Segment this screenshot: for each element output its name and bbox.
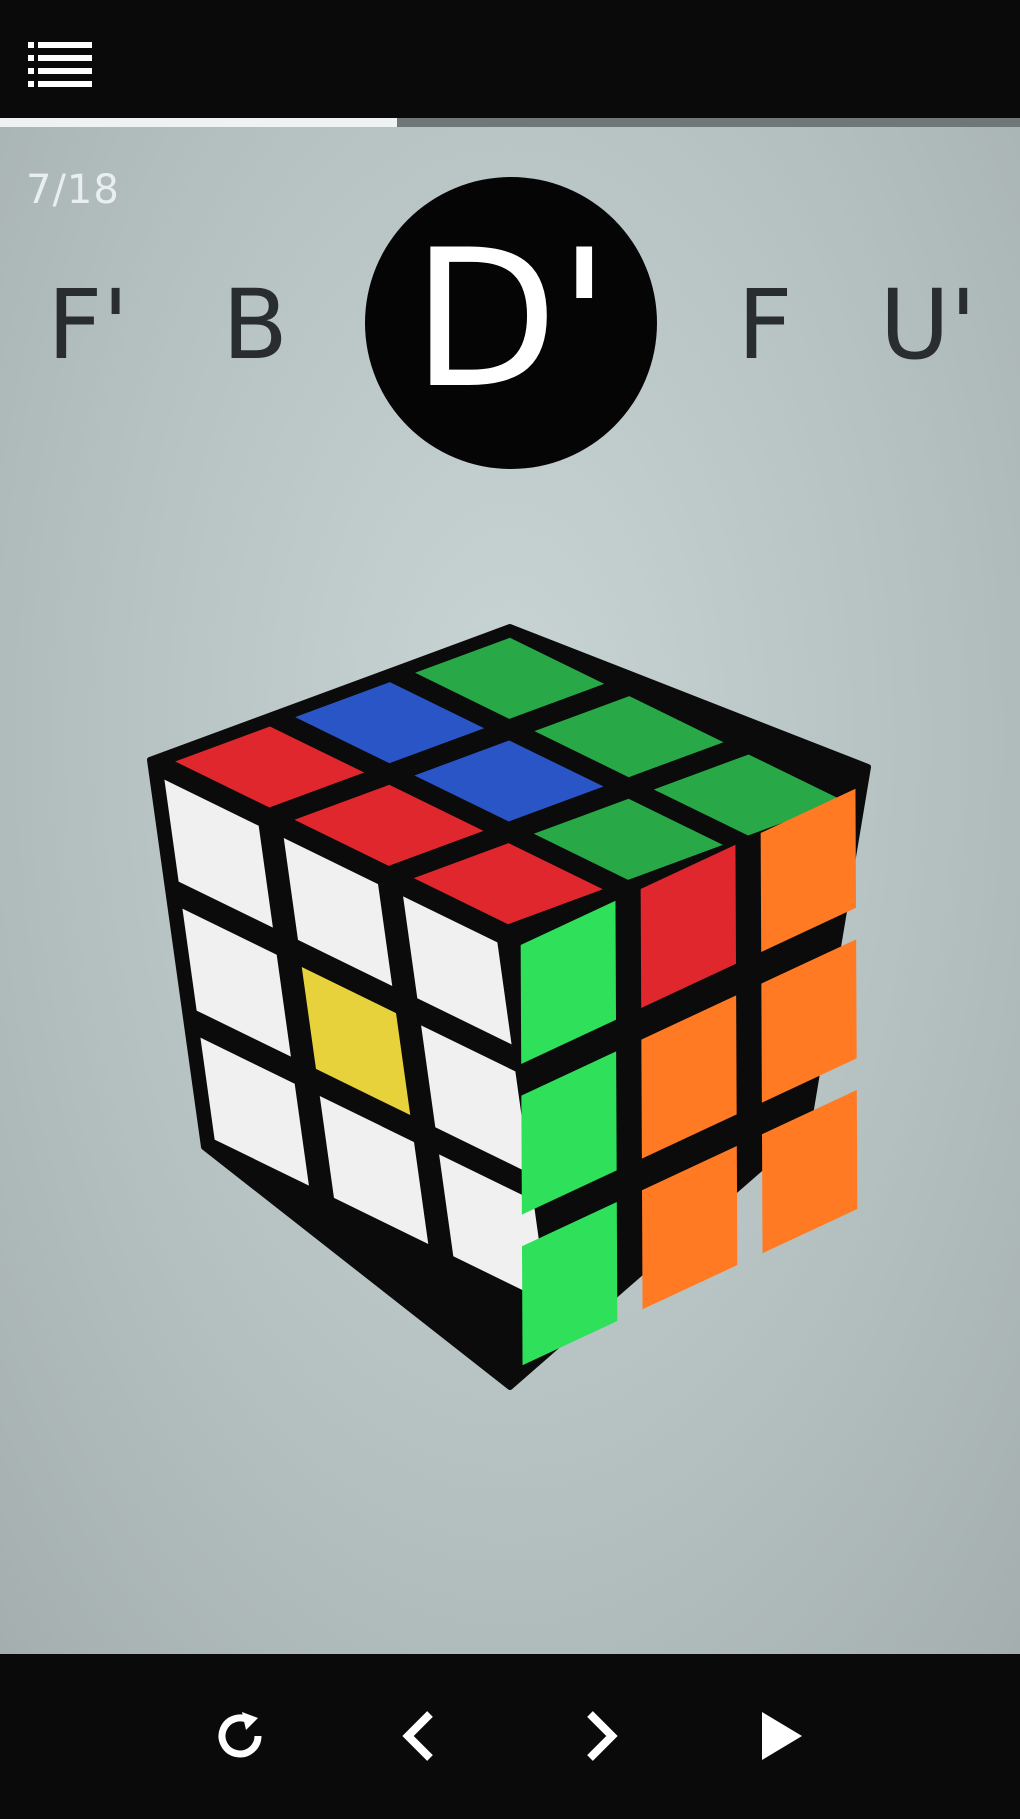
progress-bar	[0, 118, 1020, 127]
reset-icon	[218, 1712, 262, 1758]
progress-fill	[0, 118, 397, 127]
list-menu-icon[interactable]	[28, 40, 92, 88]
next-step-button[interactable]	[560, 1696, 640, 1776]
playback-controls	[0, 1654, 1020, 1819]
chevron-right-icon	[587, 1711, 618, 1761]
top-bar	[0, 0, 1020, 118]
chevron-left-icon	[402, 1711, 433, 1761]
cube-stage: 7/18 F' B D' F U'	[0, 127, 1020, 1654]
play-button[interactable]	[740, 1696, 820, 1776]
play-icon	[762, 1712, 802, 1760]
rubiks-cube[interactable]	[0, 127, 1020, 1654]
reset-button[interactable]	[200, 1696, 280, 1776]
previous-step-button[interactable]	[380, 1696, 460, 1776]
